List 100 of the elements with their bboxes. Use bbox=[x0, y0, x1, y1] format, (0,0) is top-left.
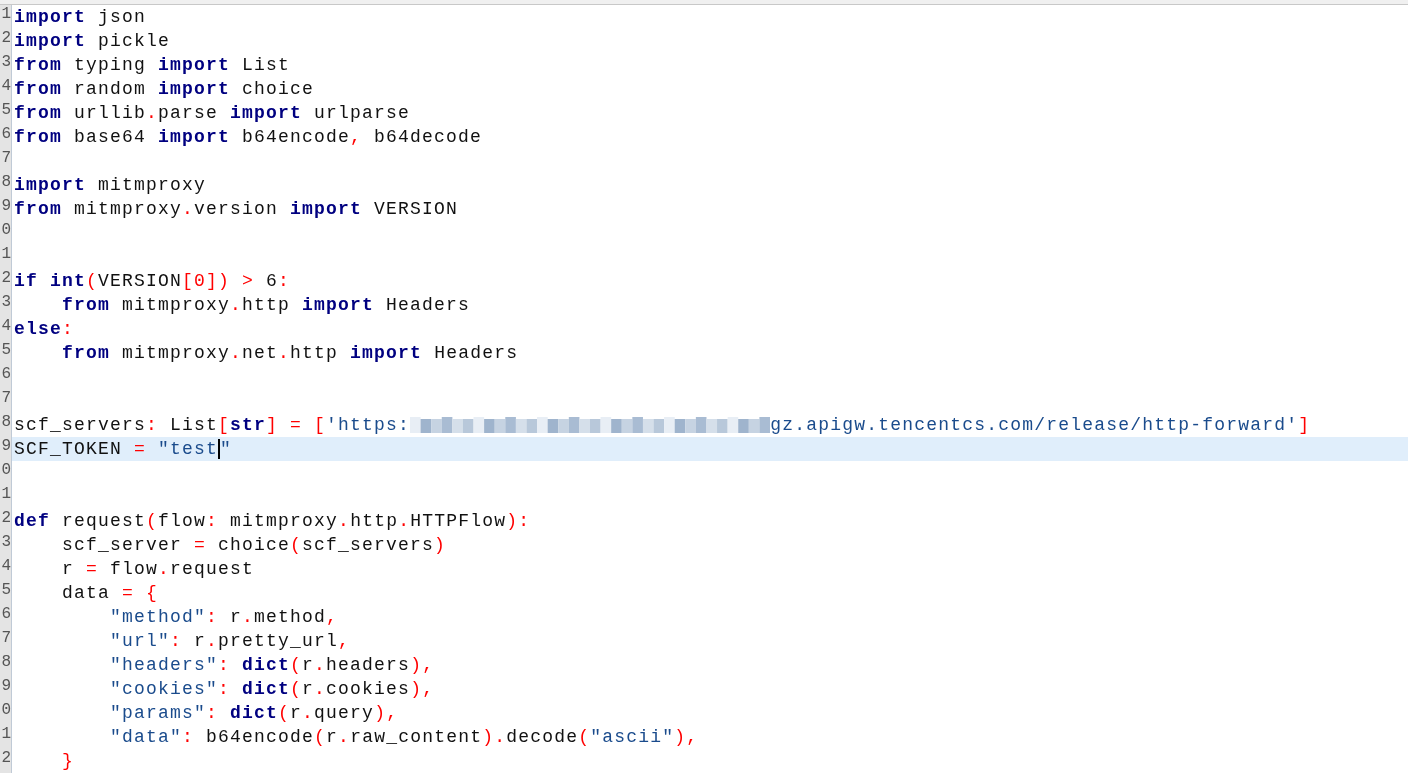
code-keyword: import bbox=[350, 343, 423, 363]
code-text: r bbox=[193, 631, 207, 651]
code-text: net bbox=[242, 343, 279, 363]
code-text: raw_content bbox=[350, 727, 483, 747]
code-string: "ascii" bbox=[590, 727, 675, 747]
code-string: "url" bbox=[109, 631, 171, 651]
code-operator: : bbox=[206, 511, 219, 531]
code-text: mitmproxy bbox=[97, 175, 207, 195]
code-keyword: import bbox=[230, 103, 303, 123]
line-number: 0 bbox=[0, 701, 12, 725]
code-operator: . bbox=[230, 295, 243, 315]
line-number: 5 bbox=[0, 341, 12, 365]
code-operator: ( bbox=[290, 655, 303, 675]
code-operator: ( bbox=[290, 535, 303, 555]
code-operator: . bbox=[158, 559, 171, 579]
code-text: mitmproxy bbox=[73, 199, 183, 219]
code-operator: : bbox=[146, 415, 159, 435]
code-keyword: dict bbox=[229, 703, 279, 723]
code-string: "test bbox=[158, 439, 219, 459]
code-operator: ), bbox=[410, 679, 435, 699]
code-operator: . bbox=[146, 103, 159, 123]
code-operator: . bbox=[338, 511, 351, 531]
code-text: json bbox=[97, 7, 147, 27]
code-text: r bbox=[290, 703, 303, 723]
code-text: pretty_url bbox=[218, 631, 339, 651]
code-operator: ), bbox=[410, 655, 435, 675]
code-keyword: import bbox=[158, 55, 231, 75]
line-number: 1 bbox=[0, 245, 12, 269]
code-text: data bbox=[61, 583, 110, 603]
code-keyword: from bbox=[14, 199, 62, 219]
code-string: "cookies" bbox=[109, 679, 219, 699]
code-keyword: import bbox=[14, 31, 86, 51]
code-operator: = bbox=[85, 559, 100, 579]
code-operator: . bbox=[242, 607, 255, 627]
code-keyword: import bbox=[290, 199, 363, 219]
code-keyword: import bbox=[158, 127, 231, 147]
code-text: b64decode bbox=[373, 127, 483, 147]
code-operator: . bbox=[182, 199, 195, 219]
code-text: urllib bbox=[73, 103, 147, 123]
code-keyword: import bbox=[158, 79, 231, 99]
code-string: gz.apigw.tencentcs.com/release/http-forward' bbox=[770, 415, 1299, 435]
code-keyword: import bbox=[302, 295, 375, 315]
code-text: b64encode bbox=[205, 727, 315, 747]
code-operator: . bbox=[398, 511, 411, 531]
code-text: choice bbox=[241, 79, 315, 99]
line-number: 4 bbox=[0, 77, 12, 101]
line-number: 4 bbox=[0, 557, 12, 581]
code-text: http bbox=[242, 295, 292, 315]
line-number: 8 bbox=[0, 653, 12, 677]
line-number: 4 bbox=[0, 317, 12, 341]
line-number: 0 bbox=[0, 461, 12, 485]
line-number: 9 bbox=[0, 677, 12, 701]
line-number: 2 bbox=[0, 749, 12, 773]
code-text: mitmproxy bbox=[229, 511, 339, 531]
code-text: VERSION bbox=[373, 199, 459, 219]
code-operator: : bbox=[218, 655, 231, 675]
code-operator: . bbox=[278, 343, 291, 363]
code-operator: ] bbox=[1298, 415, 1311, 435]
code-string: "data" bbox=[109, 727, 183, 747]
code-operator: , bbox=[326, 607, 339, 627]
code-keyword: from bbox=[61, 295, 110, 315]
code-text: pickle bbox=[97, 31, 171, 51]
code-operator: ( bbox=[146, 511, 159, 531]
code-text: choice bbox=[218, 535, 291, 555]
code-string: " bbox=[220, 439, 233, 459]
code-operator: : bbox=[62, 319, 75, 339]
code-text: http bbox=[290, 343, 340, 363]
line-number: 0 bbox=[0, 221, 12, 245]
line-number: 7 bbox=[0, 149, 12, 173]
code-text: Headers bbox=[385, 295, 471, 315]
code-text: HTTPFlow bbox=[410, 511, 507, 531]
code-operator: [ bbox=[218, 415, 231, 435]
code-text: scf_server bbox=[61, 535, 183, 555]
code-text: typing bbox=[73, 55, 148, 75]
code-keyword: dict bbox=[241, 679, 291, 699]
code-operator: [0]) > bbox=[182, 271, 255, 291]
code-text: urlparse bbox=[313, 103, 411, 123]
code-keyword: else bbox=[14, 319, 62, 339]
line-number: 5 bbox=[0, 581, 12, 605]
code-text: headers bbox=[326, 655, 411, 675]
code-operator: = { bbox=[121, 583, 159, 603]
text-cursor bbox=[218, 439, 221, 459]
code-operator: ), bbox=[674, 727, 699, 747]
code-operator: : bbox=[218, 679, 231, 699]
code-text: decode bbox=[506, 727, 579, 747]
code-operator: : bbox=[206, 703, 219, 723]
code-text: r bbox=[61, 559, 74, 579]
line-number: 6 bbox=[0, 365, 12, 389]
code-operator: = bbox=[193, 535, 208, 555]
code-text: base64 bbox=[73, 127, 148, 147]
code-keyword: dict bbox=[241, 655, 291, 675]
code-keyword: from bbox=[14, 103, 62, 123]
code-string: "params" bbox=[109, 703, 207, 723]
code-operator: : bbox=[206, 607, 219, 627]
code-text: r bbox=[302, 655, 315, 675]
code-text: method bbox=[254, 607, 327, 627]
code-text: parse bbox=[158, 103, 220, 123]
code-text: r bbox=[302, 679, 315, 699]
code-operator: ( bbox=[314, 727, 327, 747]
code-text: List bbox=[169, 415, 219, 435]
